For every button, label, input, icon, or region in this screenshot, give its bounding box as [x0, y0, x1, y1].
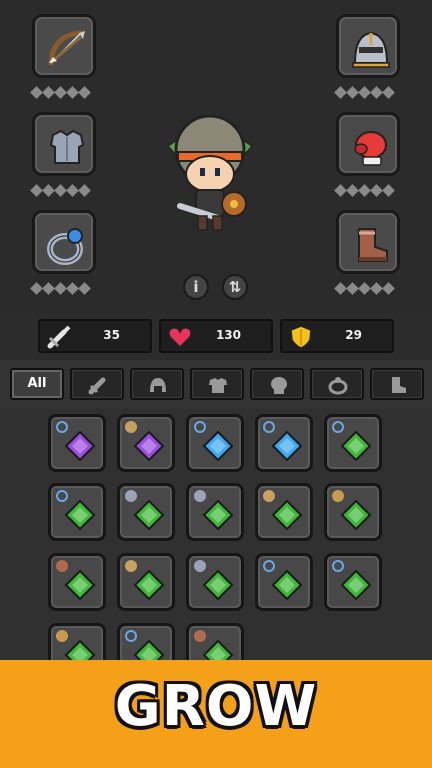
- inventory-item[interactable]: [117, 414, 175, 472]
- ring-icon: [47, 228, 83, 265]
- green-gem-icon: [202, 569, 234, 601]
- inventory-item[interactable]: [186, 414, 244, 472]
- inventory-item[interactable]: [186, 483, 244, 541]
- blue-gem-icon: [271, 430, 303, 462]
- inventory-item[interactable]: [48, 623, 106, 660]
- helmet-filter-icon: [150, 378, 166, 392]
- equipment-panel: i ⇅: [0, 0, 432, 312]
- purple-gem-icon: [133, 430, 165, 462]
- shield-icon: [290, 325, 312, 349]
- inventory-item[interactable]: [324, 553, 382, 611]
- heart-icon: [168, 327, 192, 349]
- tab-gloves[interactable]: [250, 368, 304, 400]
- weapon-slot[interactable]: [32, 14, 96, 78]
- green-gem-icon: [133, 639, 165, 660]
- weapon-level-dots: [30, 86, 91, 99]
- defense-value: 29: [345, 328, 362, 342]
- inventory-item[interactable]: [48, 414, 106, 472]
- filter-tabs: All: [0, 360, 432, 408]
- info-icon: i: [193, 278, 199, 296]
- tab-armor[interactable]: [190, 368, 244, 400]
- green-gem-icon: [64, 499, 96, 531]
- chest-armor-icon: [49, 129, 85, 164]
- gloves-slot[interactable]: [336, 112, 400, 176]
- inventory-item[interactable]: [324, 414, 382, 472]
- helmet-slot[interactable]: [336, 14, 400, 78]
- inventory-item[interactable]: [117, 483, 175, 541]
- info-button[interactable]: i: [183, 274, 209, 300]
- green-gem-icon: [64, 569, 96, 601]
- armor-filter-icon: [209, 378, 227, 393]
- inventory-item[interactable]: [117, 623, 175, 660]
- green-gem-icon: [340, 569, 372, 601]
- green-gem-icon: [271, 569, 303, 601]
- hero-character: [166, 114, 254, 231]
- sword-icon: [47, 325, 71, 349]
- helmet-level-dots: [334, 86, 395, 99]
- ring-level-dots: [30, 282, 91, 295]
- green-gem-icon: [340, 499, 372, 531]
- gloves-level-dots: [334, 184, 395, 197]
- promo-banner: GROW: [0, 660, 432, 768]
- tab-all-label: All: [27, 376, 47, 391]
- inventory-item[interactable]: [186, 553, 244, 611]
- green-gem-icon: [340, 430, 372, 462]
- inventory-item[interactable]: [48, 553, 106, 611]
- attack-value: 35: [103, 328, 120, 342]
- inventory-item[interactable]: [48, 483, 106, 541]
- swap-arrows-icon: ⇅: [228, 278, 242, 296]
- boxing-glove-icon: [354, 131, 387, 166]
- health-stat: 130: [159, 319, 273, 353]
- inventory-item[interactable]: [255, 553, 313, 611]
- sword-filter-icon: [88, 377, 106, 395]
- inventory-item[interactable]: [255, 414, 313, 472]
- tab-helmet[interactable]: [130, 368, 184, 400]
- green-gem-icon: [133, 569, 165, 601]
- defense-stat: 29: [280, 319, 394, 353]
- tab-weapon[interactable]: [70, 368, 124, 400]
- inventory-item[interactable]: [186, 623, 244, 660]
- green-gem-icon: [133, 499, 165, 531]
- inventory-item[interactable]: [324, 483, 382, 541]
- ring-filter-icon: [328, 377, 348, 395]
- inventory-item[interactable]: [255, 483, 313, 541]
- attack-stat: 35: [38, 319, 152, 353]
- purple-gem-icon: [64, 430, 96, 462]
- knight-helmet-icon: [352, 31, 390, 68]
- armor-level-dots: [30, 184, 91, 197]
- bow-icon: [48, 30, 85, 66]
- boots-level-dots: [334, 282, 395, 295]
- green-gem-icon: [202, 639, 234, 660]
- tab-ring[interactable]: [310, 368, 364, 400]
- blue-gem-icon: [202, 430, 234, 462]
- inventory-grid: [0, 408, 432, 660]
- tab-boots[interactable]: [370, 368, 424, 400]
- gloves-filter-icon: [271, 377, 287, 394]
- boots-slot[interactable]: [336, 210, 400, 274]
- stats-bar: 35 130 29: [0, 312, 432, 360]
- boot-filter-icon: [392, 377, 406, 393]
- green-gem-icon: [64, 639, 96, 660]
- ring-slot[interactable]: [32, 210, 96, 274]
- green-gem-icon: [202, 499, 234, 531]
- boot-icon: [358, 228, 388, 262]
- sort-button[interactable]: ⇅: [222, 274, 248, 300]
- armor-slot[interactable]: [32, 112, 96, 176]
- inventory-item[interactable]: [117, 553, 175, 611]
- health-value: 130: [215, 328, 241, 342]
- tab-all[interactable]: All: [10, 368, 64, 400]
- green-gem-icon: [271, 499, 303, 531]
- banner-title: GROW: [114, 674, 318, 739]
